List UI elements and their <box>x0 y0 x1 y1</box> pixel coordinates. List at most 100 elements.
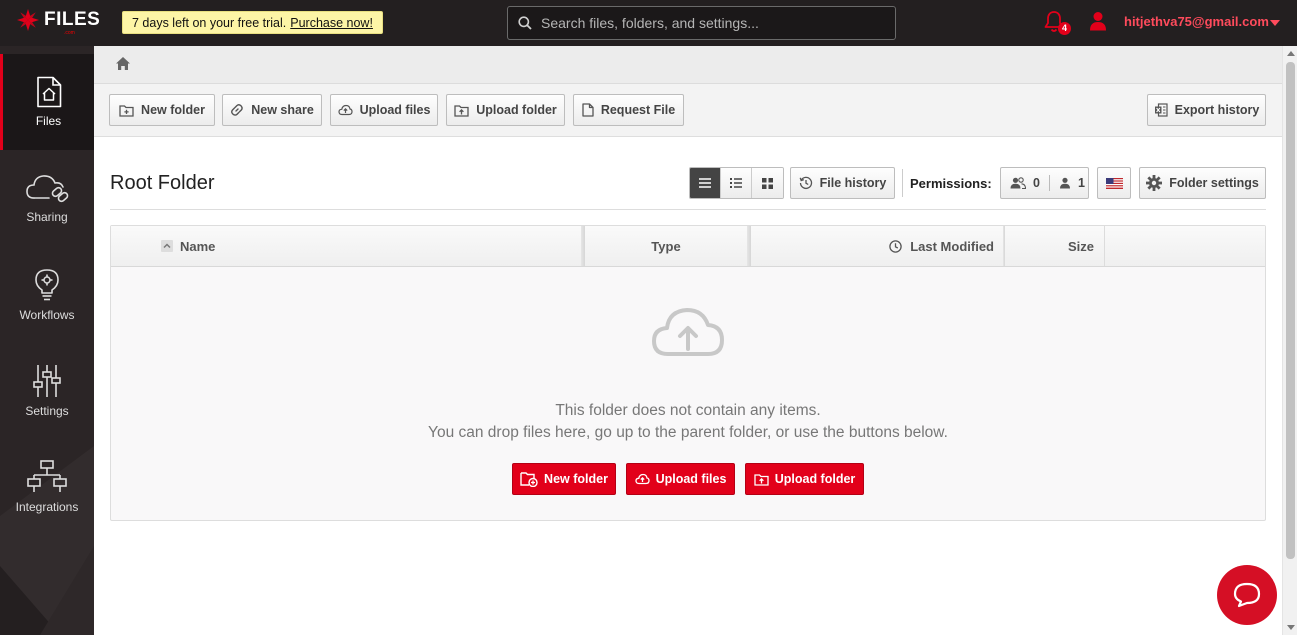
export-history-button[interactable]: Export history <box>1147 94 1266 126</box>
sidebar-item-label: Files <box>35 114 62 128</box>
file-history-label: File history <box>819 176 887 190</box>
us-flag-icon <box>1105 177 1123 189</box>
folder-upload-icon <box>454 104 469 117</box>
new-share-label: New share <box>251 103 314 117</box>
empty-new-folder-button[interactable]: New folder <box>512 463 616 495</box>
column-header-size[interactable]: Size <box>1005 226 1094 266</box>
permissions-button[interactable]: 0 1 <box>1000 167 1089 199</box>
notification-badge: 4 <box>1058 22 1071 35</box>
main-content: Root Folder File history Permissions: 0 … <box>94 137 1282 635</box>
column-header-type[interactable]: Type <box>585 226 747 266</box>
trial-text: 7 days left on your free trial. <box>132 15 287 30</box>
view-list-button[interactable] <box>690 168 721 198</box>
view-details-button[interactable] <box>721 168 752 198</box>
empty-upload-folder-button[interactable]: Upload folder <box>745 463 864 495</box>
trial-banner: 7 days left on your free trial. Purchase… <box>122 11 383 34</box>
file-icon <box>582 103 594 117</box>
chat-support-button[interactable] <box>1217 565 1277 625</box>
toolbar: New folder New share Upload files Upload… <box>94 84 1282 137</box>
title-divider <box>110 209 1266 210</box>
search-box[interactable] <box>507 6 896 40</box>
new-share-button[interactable]: New share <box>222 94 322 126</box>
folder-settings-button[interactable]: Folder settings <box>1139 167 1266 199</box>
column-last-modified-label: Last Modified <box>910 238 994 254</box>
history-icon <box>799 176 812 189</box>
new-folder-label: New folder <box>141 103 205 117</box>
upload-files-label: Upload files <box>359 103 431 117</box>
scroll-down-arrow-icon[interactable] <box>1287 625 1295 630</box>
column-header-name[interactable]: Name <box>161 226 581 266</box>
home-icon[interactable] <box>115 56 131 71</box>
empty-new-folder-label: New folder <box>544 472 608 486</box>
upload-folder-label: Upload folder <box>476 103 557 117</box>
single-user-icon <box>1059 177 1070 189</box>
files-logo[interactable]: FILES .com <box>16 8 101 36</box>
request-file-button[interactable]: Request File <box>573 94 684 126</box>
chat-bubble-icon <box>1233 582 1261 608</box>
user-email[interactable]: hitjethva75@gmail.com <box>1124 14 1269 29</box>
grid-icon <box>762 177 773 189</box>
cloud-upload-icon <box>652 308 724 356</box>
sidebar-item-label: Workflows <box>19 308 75 322</box>
permissions-label: Permissions: <box>910 176 992 191</box>
scrollbar-thumb[interactable] <box>1286 62 1295 559</box>
language-flag-button[interactable] <box>1097 167 1131 199</box>
breadcrumb <box>94 46 1282 84</box>
lightbulb-gear-icon <box>35 269 59 301</box>
network-icon <box>27 460 67 492</box>
new-folder-button[interactable]: New folder <box>109 94 215 126</box>
view-mode-group <box>689 167 784 199</box>
request-file-label: Request File <box>600 103 676 117</box>
sidebar-item-label: Sharing <box>26 210 68 224</box>
sidebar-item-files[interactable]: Files <box>0 54 94 150</box>
files-home-icon <box>36 76 61 108</box>
view-grid-button[interactable] <box>752 168 783 198</box>
user-avatar-icon[interactable] <box>1089 11 1107 31</box>
sidebar-item-integrations[interactable]: Integrations <box>0 438 94 534</box>
search-input[interactable] <box>541 15 871 31</box>
purchase-link[interactable]: Purchase now! <box>290 16 373 30</box>
logo-mark-icon <box>17 9 39 31</box>
list-icon <box>699 178 711 188</box>
excel-export-icon <box>1154 103 1168 117</box>
logo-subtext: .com <box>64 30 75 36</box>
cloud-link-icon <box>26 175 69 203</box>
user-menu-caret-icon[interactable] <box>1270 20 1280 26</box>
export-history-label: Export history <box>1174 103 1260 117</box>
clock-icon <box>889 239 902 253</box>
logo-text: FILES <box>44 9 101 30</box>
sidebar-item-settings[interactable]: Settings <box>0 342 94 438</box>
file-table: Name Type Last Modified Size This folder… <box>110 225 1266 521</box>
folder-plus-icon <box>119 104 134 117</box>
folder-upload-icon <box>754 473 769 486</box>
divider <box>902 169 903 197</box>
column-size-label: Size <box>1067 238 1094 254</box>
cloud-upload-icon <box>337 104 353 116</box>
column-header-last-modified[interactable]: Last Modified <box>751 226 994 266</box>
folder-settings-label: Folder settings <box>1169 176 1259 190</box>
empty-message: This folder does not contain any items. <box>555 402 821 419</box>
group-users-icon <box>1010 177 1026 189</box>
file-history-button[interactable]: File history <box>790 167 895 199</box>
top-bar: FILES .com 7 days left on your free tria… <box>0 0 1297 46</box>
empty-upload-files-button[interactable]: Upload files <box>626 463 735 495</box>
gear-icon <box>1146 175 1163 191</box>
details-list-icon <box>730 178 742 188</box>
group-count: 0 <box>1033 176 1040 190</box>
folder-plus-icon <box>520 472 538 487</box>
upload-files-button[interactable]: Upload files <box>330 94 438 126</box>
column-type-label: Type <box>651 238 681 254</box>
sidebar-item-label: Integrations <box>15 500 79 514</box>
table-header: Name Type Last Modified Size <box>111 226 1265 267</box>
sidebar-item-workflows[interactable]: Workflows <box>0 246 94 342</box>
search-icon <box>518 16 532 30</box>
sidebar-item-label: Settings <box>25 404 69 418</box>
empty-hint: You can drop files here, go up to the pa… <box>428 424 948 441</box>
cloud-upload-icon <box>634 473 650 485</box>
scroll-up-arrow-icon[interactable] <box>1287 51 1295 56</box>
user-count: 1 <box>1077 176 1085 190</box>
upload-folder-button[interactable]: Upload folder <box>446 94 565 126</box>
page-scrollbar[interactable] <box>1282 46 1297 635</box>
column-divider[interactable] <box>1104 226 1105 266</box>
sidebar-item-sharing[interactable]: Sharing <box>0 150 94 246</box>
